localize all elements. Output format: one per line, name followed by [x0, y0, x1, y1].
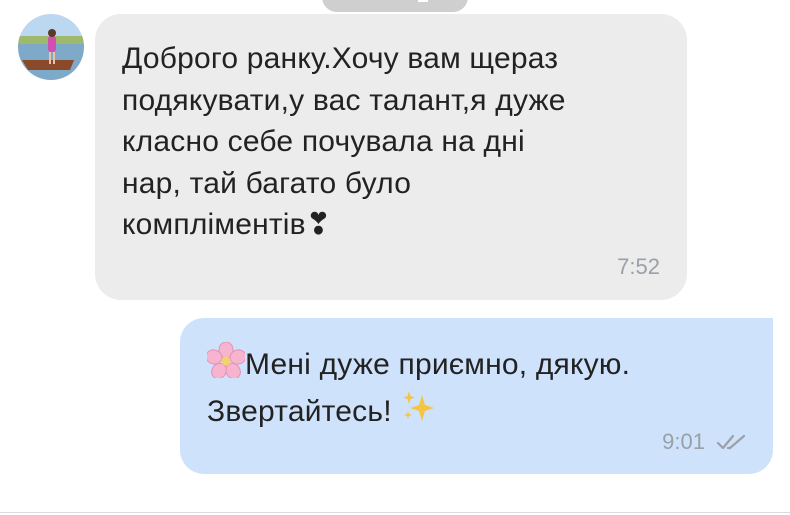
- cherry-blossom-icon: [205, 341, 247, 389]
- double-check-icon: [716, 434, 746, 450]
- outgoing-message-line1: Мені дуже приємно, дякую.: [245, 348, 631, 381]
- outgoing-message-time: 9:01: [662, 429, 705, 454]
- outgoing-message-text: Мені дуже приємно, дякую. Звертайтесь!: [205, 341, 747, 436]
- date-separator-pill: [322, 0, 468, 12]
- chat-screen: Доброго ранку.Хочу вам щераз подякувати,…: [0, 0, 790, 515]
- outgoing-message-bubble[interactable]: Мені дуже приємно, дякую. Звертайтесь! 9…: [180, 318, 773, 474]
- outgoing-message-line2: Звертайтесь!: [207, 395, 392, 428]
- incoming-message-body: Доброго ранку.Хочу вам щераз подякувати,…: [122, 42, 566, 241]
- sparkles-icon: [400, 389, 436, 436]
- avatar[interactable]: [18, 14, 84, 80]
- incoming-message-time: 7:52: [617, 254, 660, 279]
- date-separator-mark: [418, 0, 428, 2]
- avatar-photo-icon: [18, 14, 84, 80]
- incoming-message-text: Доброго ранку.Хочу вам щераз подякувати,…: [122, 38, 661, 246]
- bottom-divider: [0, 512, 790, 513]
- heart-exclamation-icon: ❣: [305, 208, 332, 241]
- incoming-message-bubble[interactable]: Доброго ранку.Хочу вам щераз подякувати,…: [95, 14, 687, 300]
